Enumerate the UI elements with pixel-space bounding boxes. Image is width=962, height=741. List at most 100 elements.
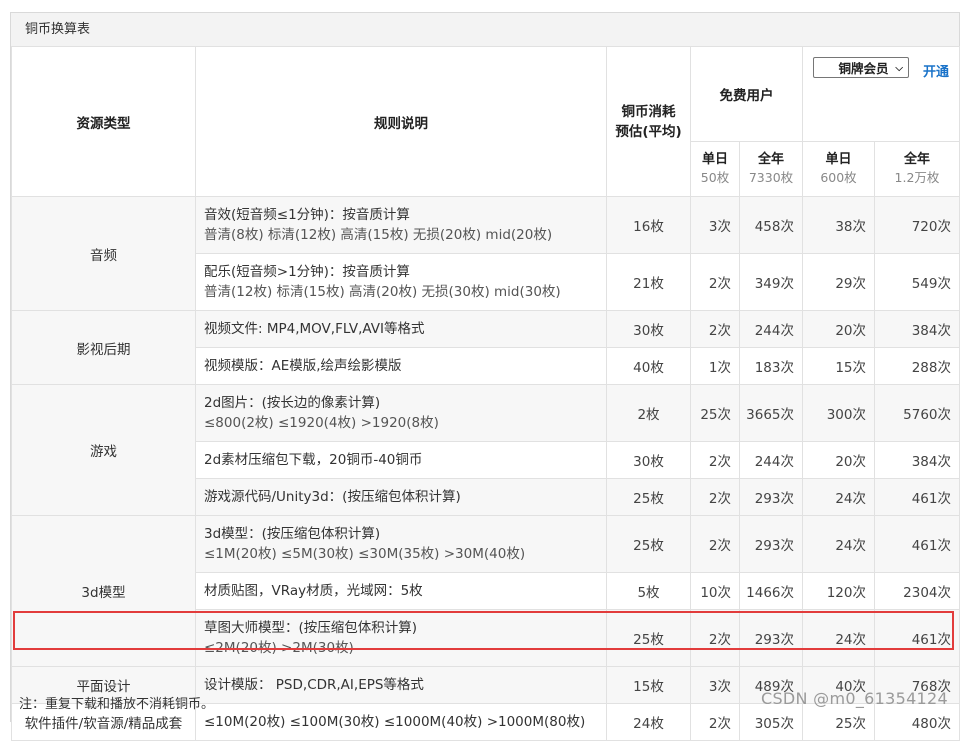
member-yearly-cell: 384次 (874, 310, 960, 348)
rule-text: 配乐(短音频>1分钟)：按音质计算 (204, 264, 410, 280)
free-daily-cell: 3次 (690, 666, 740, 704)
cost-cell: 21枚 (606, 253, 691, 311)
table-row: 音频 音效(短音频≤1分钟)：按音质计算普清(8枚) 标清(12枚) 高清(15… (11, 196, 960, 311)
free-yearly-cell: 244次 (739, 310, 803, 348)
rule-detail: 普清(8枚) 标清(12枚) 高清(15枚) 无损(20枚) mid(20枚) (204, 227, 553, 243)
free-yearly-cell: 293次 (739, 609, 803, 667)
member-daily-cell: 24次 (802, 478, 875, 516)
rule-cell: 视频文件: MP4,MOV,FLV,AVI等格式 (195, 310, 607, 348)
rule-cell: 游戏源代码/Unity3d：(按压缩包体积计算) (195, 478, 607, 516)
header-member: 铜牌会员 ⌵ 开通 (802, 46, 960, 142)
subheader-value: 600枚 (820, 170, 857, 185)
member-daily-cell: 25次 (802, 703, 875, 741)
rule-text: 2d图片：(按长边的像素计算) (204, 395, 381, 411)
member-level-select[interactable]: 铜牌会员 ⌵ (813, 57, 909, 78)
subheader-value: 1.2万枚 (894, 170, 940, 185)
member-select-value: 铜牌会员 (838, 61, 889, 76)
member-daily-cell: 20次 (802, 310, 875, 348)
subheader-label: 全年 (903, 152, 930, 167)
header-resource-type: 资源类型 (11, 46, 196, 197)
member-daily-cell: 120次 (802, 572, 875, 610)
free-daily-cell: 2次 (690, 703, 740, 741)
subheader-free-daily: 单日 50枚 (690, 141, 740, 197)
panel-title: 铜币换算表 (11, 13, 959, 47)
header-cost-line1: 铜币消耗 (621, 103, 676, 120)
member-yearly-cell: 549次 (874, 253, 960, 311)
free-yearly-cell: 1466次 (739, 572, 803, 610)
member-yearly-cell: 2304次 (874, 572, 960, 610)
member-yearly-cell: 461次 (874, 609, 960, 667)
open-membership-link[interactable]: 开通 (923, 61, 949, 80)
chevron-down-icon: ⌵ (895, 63, 903, 74)
header-free-user: 免费用户 (690, 46, 803, 142)
free-daily-cell: 2次 (690, 515, 740, 573)
member-daily-cell: 20次 (802, 441, 875, 479)
header-cost: 铜币消耗 预估(平均) (606, 46, 691, 197)
member-daily-cell: 24次 (802, 609, 875, 667)
member-yearly-cell: 480次 (874, 703, 960, 741)
free-yearly-cell: 349次 (739, 253, 803, 311)
rule-text: 草图大师模型：(按压缩包体积计算) (204, 620, 418, 636)
rule-text: 3d模型：(按压缩包体积计算) (204, 526, 381, 542)
rule-detail: ≤1M(20枚) ≤5M(30枚) ≤30M(35枚) >30M(40枚) (204, 546, 526, 562)
watermark: CSDN @m0_61354124 (760, 689, 948, 708)
cost-cell: 30枚 (606, 441, 691, 479)
free-daily-cell: 2次 (690, 253, 740, 311)
free-daily-cell: 2次 (690, 310, 740, 348)
free-yearly-cell: 3665次 (739, 384, 803, 442)
member-yearly-cell: 720次 (874, 196, 960, 254)
cost-cell: 24枚 (606, 703, 691, 741)
cost-cell: 25枚 (606, 478, 691, 516)
subheader-member-daily: 单日 600枚 (802, 141, 875, 197)
free-daily-cell: 25次 (690, 384, 740, 442)
free-daily-cell: 2次 (690, 441, 740, 479)
free-daily-cell: 1次 (690, 347, 740, 385)
subheader-free-yearly: 全年 7330枚 (739, 141, 803, 197)
subheader-label: 单日 (701, 152, 728, 167)
subheader-value: 7330枚 (748, 170, 794, 185)
subheader-value: 50枚 (700, 170, 730, 185)
category-3d-model: 3d模型 (11, 515, 196, 667)
conversion-table: 资源类型 规则说明 铜币消耗 预估(平均) 免费用户 铜牌会员 ⌵ 开通 单日 … (11, 46, 960, 741)
category-audio: 音频 (11, 196, 196, 311)
free-yearly-cell: 183次 (739, 347, 803, 385)
header-rules: 规则说明 (195, 46, 607, 197)
rule-cell: 3d模型：(按压缩包体积计算) ≤1M(20枚) ≤5M(30枚) ≤30M(35… (195, 515, 607, 573)
member-yearly-cell: 5760次 (874, 384, 960, 442)
rule-cell: 配乐(短音频>1分钟)：按音质计算普清(12枚) 标清(15枚) 高清(20枚)… (195, 253, 607, 311)
rule-cell: 音效(短音频≤1分钟)：按音质计算普清(8枚) 标清(12枚) 高清(15枚) … (195, 196, 607, 254)
category-video: 影视后期 (11, 310, 196, 385)
rule-cell: 2d素材压缩包下载，20铜币-40铜币 (195, 441, 607, 479)
cost-cell: 16枚 (606, 196, 691, 254)
table-row: 影视后期 视频文件: MP4,MOV,FLV,AVI等格式 30枚 2次 244… (11, 310, 960, 385)
free-daily-cell: 2次 (690, 478, 740, 516)
footnote: 注：重复下载和播放不消耗铜币。 (19, 697, 215, 712)
table-row: 游戏 2d图片：(按长边的像素计算) ≤800(2枚) ≤1920(4枚) >19… (11, 384, 960, 516)
member-daily-cell: 29次 (802, 253, 875, 311)
member-yearly-cell: 288次 (874, 347, 960, 385)
subheader-label: 全年 (757, 152, 784, 167)
rule-cell: 2d图片：(按长边的像素计算) ≤800(2枚) ≤1920(4枚) >1920(… (195, 384, 607, 442)
rule-text: 音效(短音频≤1分钟)：按音质计算 (204, 207, 410, 223)
free-yearly-cell: 458次 (739, 196, 803, 254)
member-daily-cell: 15次 (802, 347, 875, 385)
member-daily-cell: 300次 (802, 384, 875, 442)
member-daily-cell: 24次 (802, 515, 875, 573)
cost-cell: 40枚 (606, 347, 691, 385)
member-daily-cell: 38次 (802, 196, 875, 254)
category-game: 游戏 (11, 384, 196, 516)
cost-cell: 5枚 (606, 572, 691, 610)
rule-cell: 材质贴图，VRay材质，光域网：5枚 (195, 572, 607, 610)
free-yearly-cell: 293次 (739, 515, 803, 573)
rule-cell: 设计模版： PSD,CDR,AI,EPS等格式 (195, 666, 607, 704)
member-yearly-cell: 461次 (874, 515, 960, 573)
free-yearly-cell: 293次 (739, 478, 803, 516)
header-cost-line2: 预估(平均) (615, 123, 682, 140)
table-row: 3d模型 3d模型：(按压缩包体积计算) ≤1M(20枚) ≤5M(30枚) ≤3… (11, 515, 960, 667)
rule-cell: 视频模版：AE模版,绘声绘影模版 (195, 347, 607, 385)
rule-detail: 普清(12枚) 标清(15枚) 高清(20枚) 无损(30枚) mid(30枚) (204, 284, 561, 300)
member-yearly-cell: 461次 (874, 478, 960, 516)
rule-cell: 草图大师模型：(按压缩包体积计算) ≤2M(20枚) >2M(30枚) (195, 609, 607, 667)
rule-detail: ≤2M(20枚) >2M(30枚) (204, 640, 354, 656)
conversion-table-panel: 铜币换算表 资源类型 规则说明 铜币消耗 预估(平均) 免费用户 铜牌会员 ⌵ (10, 12, 960, 741)
